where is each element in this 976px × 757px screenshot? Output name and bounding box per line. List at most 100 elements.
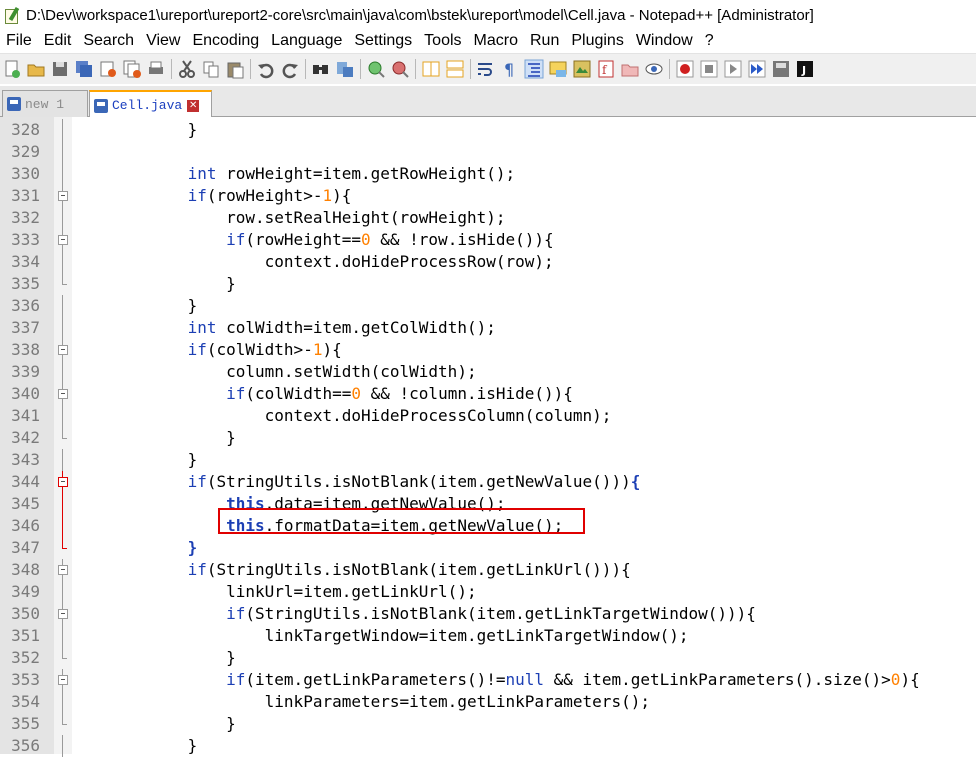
- menu-settings[interactable]: Settings: [348, 32, 418, 50]
- code-line[interactable]: 331 if(rowHeight>-1){: [0, 185, 976, 207]
- notepadpp-app-icon: [4, 6, 20, 24]
- record-macro-icon[interactable]: [675, 59, 695, 79]
- code-line[interactable]: 337 int colWidth=item.getColWidth();: [0, 317, 976, 339]
- fold-toggle-icon[interactable]: [58, 185, 68, 207]
- menu-edit[interactable]: Edit: [38, 32, 78, 50]
- new-file-icon[interactable]: [2, 59, 22, 79]
- user-defined-lang-icon[interactable]: [548, 59, 568, 79]
- close-tab-icon[interactable]: ✕: [187, 99, 200, 112]
- code-line[interactable]: 335 }: [0, 273, 976, 295]
- code-line[interactable]: 347 }: [0, 537, 976, 559]
- menu-help[interactable]: ?: [699, 32, 720, 50]
- open-file-icon[interactable]: [26, 59, 46, 79]
- menu-plugins[interactable]: Plugins: [565, 32, 629, 50]
- menu-search[interactable]: Search: [77, 32, 140, 50]
- save-icon[interactable]: [50, 59, 70, 79]
- fold-toggle-icon[interactable]: [58, 229, 68, 251]
- fold-toggle-icon[interactable]: [58, 559, 68, 581]
- code-line[interactable]: 352 }: [0, 647, 976, 669]
- show-all-chars-icon[interactable]: ¶: [500, 59, 520, 79]
- line-number: 354: [11, 692, 40, 711]
- code-line[interactable]: 328 }: [0, 119, 976, 141]
- menu-language[interactable]: Language: [265, 32, 348, 50]
- code-text: if(item.getLinkParameters()!=null && ite…: [226, 670, 920, 689]
- line-number: 353: [11, 670, 40, 689]
- code-line[interactable]: 343 }: [0, 449, 976, 471]
- code-text: linkParameters=item.getLinkParameters();: [72, 692, 650, 711]
- tab-label: Cell.java: [112, 98, 183, 113]
- code-line[interactable]: 330 int rowHeight=item.getRowHeight();: [0, 163, 976, 185]
- code-line[interactable]: 342 }: [0, 427, 976, 449]
- fold-line-marker: [58, 427, 68, 449]
- code-text: }: [72, 120, 198, 139]
- line-number: 343: [11, 450, 40, 469]
- menu-run[interactable]: Run: [524, 32, 565, 50]
- fold-toggle-icon[interactable]: [58, 383, 68, 405]
- monitoring-icon[interactable]: [644, 59, 664, 79]
- menu-encoding[interactable]: Encoding: [186, 32, 265, 50]
- code-line[interactable]: 341 context.doHideProcessColumn(column);: [0, 405, 976, 427]
- toolbar-separator: [171, 59, 172, 79]
- doc-map-icon[interactable]: [572, 59, 592, 79]
- line-number: 330: [11, 164, 40, 183]
- sync-vertical-icon[interactable]: [421, 59, 441, 79]
- play-macro-icon[interactable]: [723, 59, 743, 79]
- code-line[interactable]: 340 if(colWidth==0 && !column.isHide()){: [0, 383, 976, 405]
- menu-file[interactable]: File: [0, 32, 38, 50]
- code-line[interactable]: 350 if(StringUtils.isNotBlank(item.getLi…: [0, 603, 976, 625]
- line-number: 344: [11, 472, 40, 491]
- code-line[interactable]: 332 row.setRealHeight(rowHeight);: [0, 207, 976, 229]
- sync-horizontal-icon[interactable]: [445, 59, 465, 79]
- fold-toggle-icon[interactable]: [58, 669, 68, 691]
- save-all-icon[interactable]: [74, 59, 94, 79]
- code-line[interactable]: 336 }: [0, 295, 976, 317]
- fold-line-marker: [58, 581, 68, 603]
- indent-guide-icon[interactable]: [524, 59, 544, 79]
- fold-toggle-icon[interactable]: [58, 471, 68, 493]
- menu-window[interactable]: Window: [630, 32, 699, 50]
- undo-icon[interactable]: [256, 59, 276, 79]
- tab-new-1[interactable]: new 1: [2, 90, 88, 117]
- line-number: 345: [11, 494, 40, 513]
- code-line[interactable]: 339 column.setWidth(colWidth);: [0, 361, 976, 383]
- menu-view[interactable]: View: [140, 32, 186, 50]
- code-line[interactable]: 334 context.doHideProcessRow(row);: [0, 251, 976, 273]
- code-line[interactable]: 349 linkUrl=item.getLinkUrl();: [0, 581, 976, 603]
- replace-icon[interactable]: [335, 59, 355, 79]
- redo-icon[interactable]: [280, 59, 300, 79]
- code-line[interactable]: 355 }: [0, 713, 976, 735]
- menu-tools[interactable]: Tools: [418, 32, 467, 50]
- folder-workspace-icon[interactable]: [620, 59, 640, 79]
- code-line[interactable]: 338 if(colWidth>-1){: [0, 339, 976, 361]
- fold-toggle-icon[interactable]: [58, 603, 68, 625]
- zoom-in-icon[interactable]: [366, 59, 386, 79]
- word-wrap-icon[interactable]: [476, 59, 496, 79]
- code-line[interactable]: 353 if(item.getLinkParameters()!=null &&…: [0, 669, 976, 691]
- code-line[interactable]: 329: [0, 141, 976, 163]
- stop-macro-icon[interactable]: [699, 59, 719, 79]
- code-line[interactable]: 333 if(rowHeight==0 && !row.isHide()){: [0, 229, 976, 251]
- toolbar-separator: [415, 59, 416, 79]
- tab-cell-java[interactable]: Cell.java ✕: [89, 90, 212, 119]
- run-macro-multiple-icon[interactable]: [747, 59, 767, 79]
- find-icon[interactable]: [311, 59, 331, 79]
- paste-icon[interactable]: [225, 59, 245, 79]
- save-macro-icon[interactable]: [771, 59, 791, 79]
- code-editor[interactable]: 328 } 329 330 int rowHeight=item.getRowHei…: [0, 117, 976, 757]
- code-line[interactable]: 344 if(StringUtils.isNotBlank(item.getNe…: [0, 471, 976, 493]
- menu-macro[interactable]: Macro: [468, 32, 524, 50]
- fold-toggle-icon[interactable]: [58, 339, 68, 361]
- close-icon[interactable]: [98, 59, 118, 79]
- code-line[interactable]: 354 linkParameters=item.getLinkParameter…: [0, 691, 976, 713]
- code-line[interactable]: 348 if(StringUtils.isNotBlank(item.getLi…: [0, 559, 976, 581]
- copy-icon[interactable]: [201, 59, 221, 79]
- code-text: column.setWidth(colWidth);: [72, 362, 477, 381]
- zoom-out-icon[interactable]: [390, 59, 410, 79]
- print-icon[interactable]: [146, 59, 166, 79]
- code-line[interactable]: 351 linkTargetWindow=item.getLinkTargetW…: [0, 625, 976, 647]
- cut-icon[interactable]: [177, 59, 197, 79]
- code-text: linkUrl=item.getLinkUrl();: [72, 582, 477, 601]
- close-all-icon[interactable]: [122, 59, 142, 79]
- plugin-j-icon[interactable]: J: [795, 59, 815, 79]
- function-list-icon[interactable]: f: [596, 59, 616, 79]
